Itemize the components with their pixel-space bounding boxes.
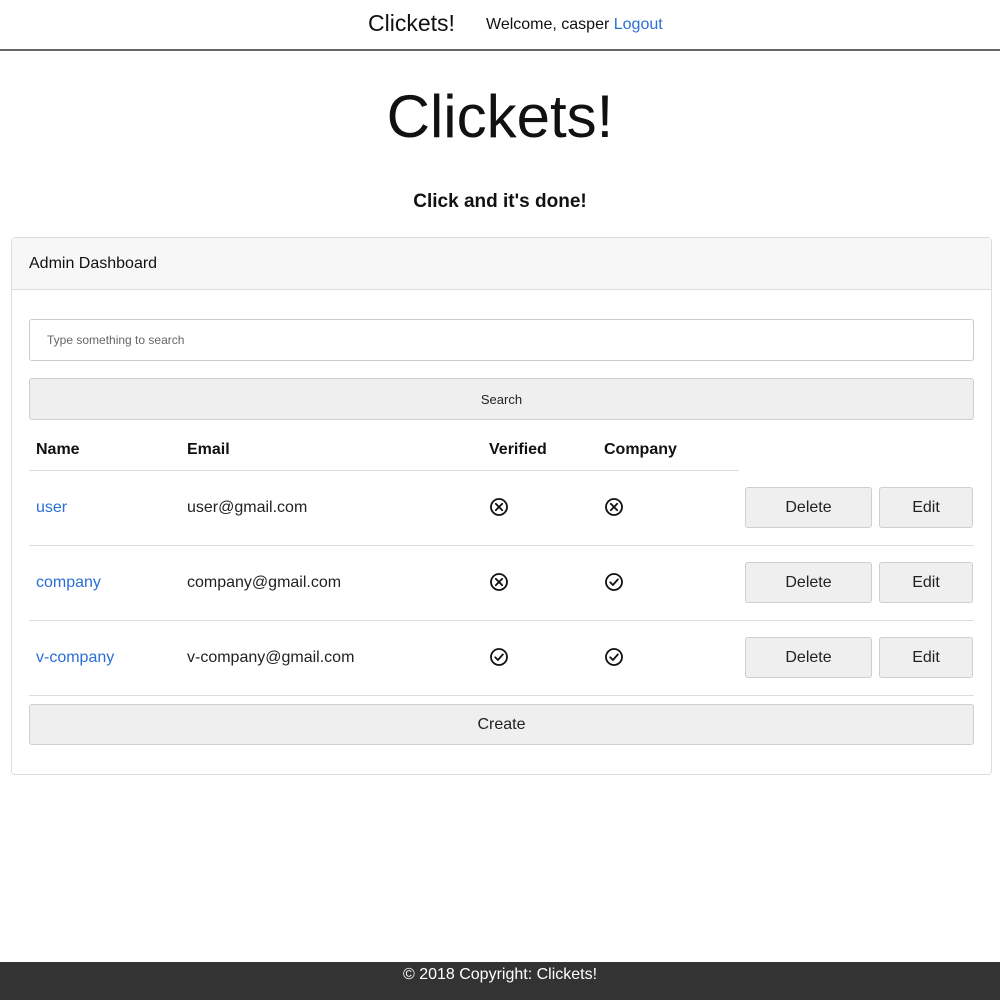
footer: © 2018 Copyright: Clickets! xyxy=(0,962,1000,1000)
search-input[interactable] xyxy=(29,319,974,361)
verified-status xyxy=(489,647,509,667)
verified-status xyxy=(489,572,509,592)
column-header-company: Company xyxy=(604,441,677,458)
edit-button[interactable]: Edit xyxy=(879,487,973,528)
table-row: user user@gmail.com Delete Edit xyxy=(29,471,974,546)
logout-link[interactable]: Logout xyxy=(614,16,663,33)
check-circle-icon xyxy=(604,647,624,667)
column-header-name: Name xyxy=(36,441,80,458)
company-status xyxy=(604,647,624,667)
create-button[interactable]: Create xyxy=(29,704,974,745)
user-name-link[interactable]: user xyxy=(36,499,67,516)
page-tagline: Click and it's done! xyxy=(413,191,587,212)
verified-status xyxy=(489,497,509,517)
welcome-message: Welcome, casper Logout xyxy=(486,16,663,34)
company-status xyxy=(604,572,624,592)
delete-button[interactable]: Delete xyxy=(745,562,872,603)
delete-button[interactable]: Delete xyxy=(745,487,872,528)
check-circle-icon xyxy=(489,647,509,667)
user-name-cell: user xyxy=(36,499,67,517)
welcome-text: Welcome, casper xyxy=(486,16,614,33)
x-circle-icon xyxy=(604,497,624,517)
admin-dashboard-card: Admin Dashboard Search Name Email Verifi… xyxy=(11,237,992,775)
user-email-cell: v-company@gmail.com xyxy=(187,649,355,666)
edit-button[interactable]: Edit xyxy=(879,562,973,603)
user-name-cell: v-company xyxy=(36,649,114,667)
column-header-email: Email xyxy=(187,441,230,458)
navbar-brand[interactable]: Clickets! xyxy=(368,10,455,37)
column-header-verified: Verified xyxy=(489,441,547,458)
top-navbar: Clickets! Welcome, casper Logout xyxy=(0,0,1000,51)
x-circle-icon xyxy=(489,572,509,592)
table-row: v-company v-company@gmail.com Delete Edi… xyxy=(29,621,974,696)
x-circle-icon xyxy=(489,497,509,517)
user-name-link[interactable]: v-company xyxy=(36,649,114,666)
user-name-cell: company xyxy=(36,574,101,592)
check-circle-icon xyxy=(604,572,624,592)
delete-button[interactable]: Delete xyxy=(745,637,872,678)
page-title: Clickets! xyxy=(386,83,614,150)
table-row: company company@gmail.com Delete Edit xyxy=(29,546,974,621)
user-name-link[interactable]: company xyxy=(36,574,101,591)
user-email-cell: user@gmail.com xyxy=(187,499,308,516)
search-button[interactable]: Search xyxy=(29,378,974,420)
edit-button[interactable]: Edit xyxy=(879,637,973,678)
company-status xyxy=(604,497,624,517)
card-header: Admin Dashboard xyxy=(12,238,991,290)
table-header: Name Email Verified Company xyxy=(29,428,739,471)
user-email-cell: company@gmail.com xyxy=(187,574,342,591)
